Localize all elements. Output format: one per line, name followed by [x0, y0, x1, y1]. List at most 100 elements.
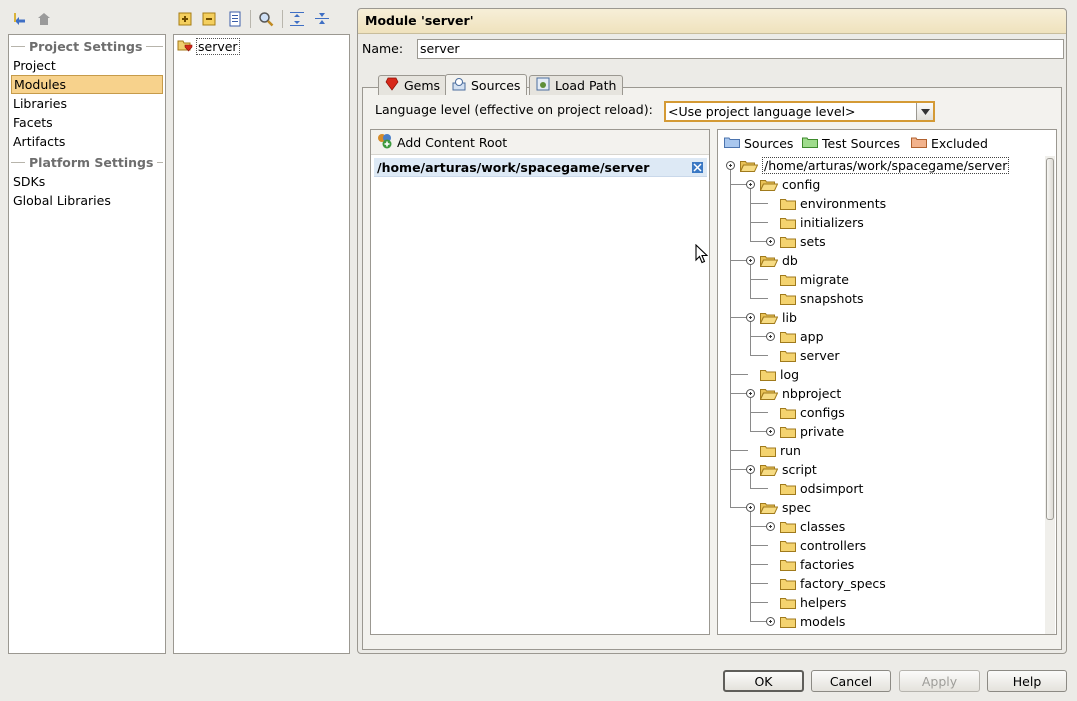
- tree-node-label: sets: [800, 234, 826, 249]
- tree-node[interactable]: spec: [760, 498, 811, 517]
- test-sources-legend-button[interactable]: Test Sources: [802, 134, 900, 153]
- sources-legend-button[interactable]: Sources: [724, 134, 793, 153]
- tree-node[interactable]: initializers: [780, 213, 864, 232]
- content-root-entry[interactable]: /home/arturas/work/spacegame/server: [374, 158, 707, 177]
- tree-connector: [750, 265, 751, 299]
- nav-item-project[interactable]: Project: [11, 56, 163, 75]
- tree-node[interactable]: nbproject: [760, 384, 841, 403]
- folder-open-icon: [760, 255, 778, 267]
- close-icon[interactable]: [692, 161, 703, 173]
- tree-node[interactable]: config: [760, 175, 820, 194]
- tree-node[interactable]: controllers: [780, 536, 866, 555]
- tree-node-label: spec: [782, 500, 812, 515]
- tree-node[interactable]: classes: [780, 517, 845, 536]
- nav-item-sdks[interactable]: SDKs: [11, 172, 163, 191]
- tree-node[interactable]: sets: [780, 232, 826, 251]
- nav-item-libraries[interactable]: Libraries: [11, 94, 163, 113]
- tree-node[interactable]: private: [780, 422, 844, 441]
- tree-node[interactable]: models: [780, 612, 845, 631]
- collapse-toggle-icon[interactable]: [746, 389, 755, 398]
- tree-node[interactable]: snapshots: [780, 289, 864, 308]
- expand-toggle-icon[interactable]: [766, 332, 775, 341]
- remove-icon[interactable]: [201, 11, 217, 27]
- tree-node-label: helpers: [800, 595, 847, 610]
- chevron-down-icon[interactable]: [916, 103, 933, 120]
- forward-icon[interactable]: [36, 11, 52, 27]
- language-level-select[interactable]: <Use project language level>: [664, 101, 935, 122]
- tree-node[interactable]: db: [760, 251, 798, 270]
- apply-button[interactable]: Apply: [899, 670, 980, 692]
- help-button[interactable]: Help: [987, 670, 1067, 692]
- tree-node[interactable]: helpers: [780, 593, 846, 612]
- expand-toggle-icon[interactable]: [766, 617, 775, 626]
- excluded-legend-button[interactable]: Excluded: [911, 134, 988, 153]
- find-icon[interactable]: [258, 11, 274, 27]
- content-root-path: /home/arturas/work/spacegame/server: [377, 159, 650, 175]
- tree-node[interactable]: migrate: [780, 270, 849, 289]
- add-content-root-button[interactable]: Add Content Root: [371, 130, 709, 155]
- folder-icon: [780, 236, 796, 248]
- ok-button[interactable]: OK: [723, 670, 804, 692]
- tree-node[interactable]: /home/arturas/work/spacegame/server: [740, 156, 1010, 175]
- collapse-toggle-icon[interactable]: [726, 161, 735, 170]
- tree-node[interactable]: configs: [780, 403, 845, 422]
- tree-scrollbar[interactable]: [1045, 156, 1055, 634]
- collapse-all-icon[interactable]: [314, 11, 330, 27]
- tree-node[interactable]: log: [760, 365, 799, 384]
- tab-sources[interactable]: Sources: [445, 74, 528, 95]
- tab-gems[interactable]: Gems: [378, 75, 448, 95]
- back-icon[interactable]: [12, 11, 28, 27]
- tree-node-label: odsimport: [800, 481, 864, 496]
- scrollbar-thumb[interactable]: [1046, 158, 1054, 520]
- folder-icon: [780, 198, 796, 210]
- tree-node-label: private: [800, 424, 845, 439]
- folder-open-icon: [760, 502, 778, 514]
- tree-node[interactable]: factory_specs: [780, 574, 886, 593]
- name-field[interactable]: server: [417, 39, 1064, 59]
- collapse-toggle-icon[interactable]: [746, 256, 755, 265]
- expand-toggle-icon[interactable]: [766, 237, 775, 246]
- tree-connector: [750, 355, 768, 356]
- folder-icon: [760, 445, 776, 457]
- tree-node[interactable]: odsimport: [780, 479, 863, 498]
- tree-node[interactable]: lib: [760, 308, 797, 327]
- folder-icon: [780, 578, 796, 590]
- expand-all-icon[interactable]: [289, 11, 305, 27]
- tree-node[interactable]: script: [760, 460, 817, 479]
- platform-settings-header: Platform Settings: [11, 153, 163, 171]
- cancel-button[interactable]: Cancel: [811, 670, 891, 692]
- collapse-toggle-icon[interactable]: [746, 180, 755, 189]
- folder-icon: [760, 369, 776, 381]
- tree-node[interactable]: factories: [780, 555, 854, 574]
- name-label: Name:: [362, 41, 404, 56]
- folder-icon: [780, 559, 796, 571]
- collapse-toggle-icon[interactable]: [746, 313, 755, 322]
- copy-icon[interactable]: [227, 11, 243, 27]
- nav-item-facets[interactable]: Facets: [11, 113, 163, 132]
- nav-item-artifacts[interactable]: Artifacts: [11, 132, 163, 151]
- tree-node-label: environments: [800, 196, 887, 211]
- add-icon[interactable]: [177, 11, 193, 27]
- collapse-toggle-icon[interactable]: [746, 465, 755, 474]
- nav-item-modules[interactable]: Modules: [11, 75, 163, 94]
- expand-toggle-icon[interactable]: [766, 522, 775, 531]
- tree-node[interactable]: environments: [780, 194, 886, 213]
- tree-node[interactable]: run: [760, 441, 801, 460]
- tree-node-label: configs: [800, 405, 845, 420]
- tree-node[interactable]: app: [780, 327, 824, 346]
- folder-icon: [780, 483, 796, 495]
- folder-open-icon: [760, 179, 778, 191]
- tree-node-label: log: [780, 367, 800, 382]
- tree-node[interactable]: server: [780, 346, 840, 365]
- sources-tab-icon: [452, 77, 466, 94]
- folder-icon: [780, 521, 796, 533]
- tab-load-path[interactable]: Load Path: [529, 75, 624, 95]
- tree-node-label: /home/arturas/work/spacegame/server: [762, 157, 1010, 174]
- nav-item-global-libraries[interactable]: Global Libraries: [11, 191, 163, 210]
- tree-node-label: nbproject: [782, 386, 842, 401]
- collapse-toggle-icon[interactable]: [746, 503, 755, 512]
- module-item-server[interactable]: server: [177, 37, 240, 55]
- tree-node-label: run: [780, 443, 801, 458]
- tree-connector: [750, 189, 751, 242]
- expand-toggle-icon[interactable]: [766, 427, 775, 436]
